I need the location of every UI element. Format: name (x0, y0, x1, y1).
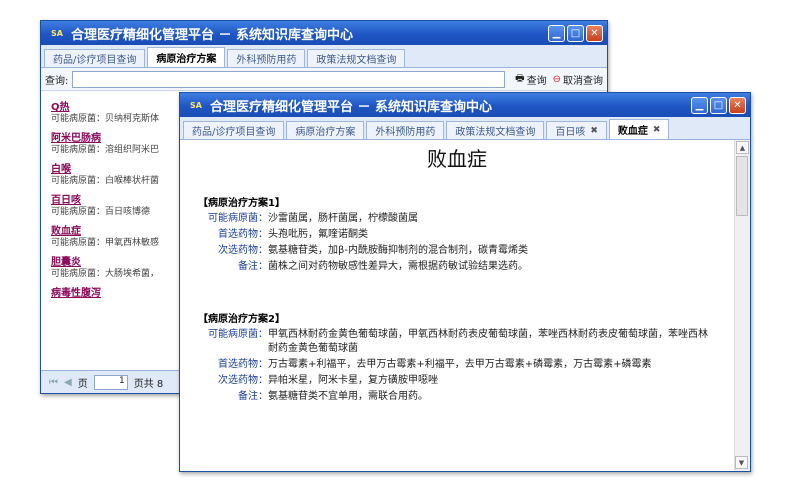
tab-surgical-prevention[interactable]: 外科预防用药 (366, 121, 445, 139)
row-value: 氨基糖苷类，加β-内酰胺酶抑制剂的混合制剂，碳青霉烯类 (268, 245, 528, 256)
tab-label: 百日咳 (555, 127, 586, 138)
prev-page-icon[interactable]: ◀ (64, 377, 72, 388)
close-button[interactable]: ✕ (729, 96, 746, 114)
row-value: 异帕米星，阿米卡星，复方磺胺甲噁唑 (268, 375, 438, 386)
search-button[interactable]: 🖶 查询 (515, 71, 546, 88)
row-label: 次选药物： (218, 245, 268, 256)
tab-sepsis[interactable]: 败血症 ✖ (608, 119, 670, 139)
cancel-button-label: 取消查询 (563, 75, 603, 87)
document-content: 败血症 【病原治疗方案1】 可能病原菌： 沙雷菌属，肠杆菌属，柠檬酸菌属 首选药… (180, 140, 734, 471)
maximize-button[interactable]: □ (567, 24, 584, 42)
cancel-icon: ⊖ (552, 73, 561, 85)
info-row: 备注： 菌株之间对药物敏感性差异大，需根据药敏试验结果选药。 (198, 260, 734, 274)
scroll-up-icon[interactable]: ▲ (736, 141, 749, 154)
row-value: 氨基糖苷类不宜单用，需联合用药。 (268, 391, 428, 402)
tab-pathogen-plan[interactable]: 病原治疗方案 (147, 47, 226, 67)
row-label: 可能病原菌： (208, 329, 268, 340)
cancel-query-button[interactable]: ⊖ 取消查询 (553, 72, 603, 87)
scroll-thumb[interactable] (736, 156, 748, 216)
window-title: 合理医疗精细化管理平台 － 系统知识库查询中心 (210, 99, 493, 115)
row-value: 头孢吡肟，氟喹诺酮类 (268, 229, 368, 240)
info-row: 次选药物： 氨基糖苷类，加β-内酰胺酶抑制剂的混合制剂，碳青霉烯类 (198, 244, 734, 258)
app-logo-icon: SA (51, 28, 63, 38)
row-label: 次选药物： (218, 375, 268, 386)
minimize-button[interactable]: ▁ (548, 24, 565, 42)
tab-policy-docs[interactable]: 政策法规文档查询 (307, 49, 406, 67)
row-value: 菌株之间对药物敏感性差异大，需根据药敏试验结果选药。 (268, 261, 528, 272)
tab-close-icon[interactable]: ✖ (653, 125, 661, 135)
row-label: 可能病原菌： (208, 213, 268, 224)
section-heading: 【病原治疗方案1】 (198, 198, 285, 209)
tab-drug-query[interactable]: 药品/诊疗项目查询 (44, 49, 146, 67)
app-logo-icon: SA (190, 100, 202, 110)
page-total: 页共 8 (133, 378, 164, 390)
first-page-icon[interactable]: ⏮ (49, 377, 58, 388)
info-row: 首选药物： 头孢吡肟，氟喹诺酮类 (198, 228, 734, 242)
search-button-label: 查询 (526, 75, 547, 87)
window-controls: ▁ □ ✕ (691, 96, 746, 114)
front-window: SA 合理医疗精细化管理平台 － 系统知识库查询中心 ▁ □ ✕ 药品/诊疗项目… (179, 92, 751, 472)
document-title: 败血症 (427, 147, 487, 171)
tab-surgical-prevention[interactable]: 外科预防用药 (227, 49, 306, 67)
front-tabbar: 药品/诊疗项目查询 病原治疗方案 外科预防用药 政策法规文档查询 百日咳 ✖ 败… (180, 117, 750, 140)
maximize-button[interactable]: □ (710, 96, 727, 114)
minimize-button[interactable]: ▁ (691, 96, 708, 114)
page-number-input[interactable]: 1 (93, 374, 128, 390)
row-label: 首选药物： (218, 229, 268, 240)
info-row: 备注： 氨基糖苷类不宜单用，需联合用药。 (198, 390, 734, 404)
tab-policy-docs[interactable]: 政策法规文档查询 (446, 121, 545, 139)
back-tabbar: 药品/诊疗项目查询 病原治疗方案 外科预防用药 政策法规文档查询 (41, 45, 607, 68)
page-label: 页 (77, 378, 88, 390)
vertical-scrollbar[interactable]: ▲ ▼ (734, 140, 750, 471)
close-button[interactable]: ✕ (586, 24, 603, 42)
tab-drug-query[interactable]: 药品/诊疗项目查询 (183, 121, 285, 139)
window-controls: ▁ □ ✕ (548, 24, 603, 42)
section-heading: 【病原治疗方案2】 (198, 314, 285, 325)
query-input[interactable] (72, 70, 506, 88)
tab-pertussis[interactable]: 百日咳 ✖ (546, 121, 607, 139)
row-value: 甲氧西林耐药金黄色葡萄球菌，甲氧西林耐药表皮葡萄球菌，苯唑西林耐药表皮葡萄球菌，… (268, 329, 708, 354)
row-label: 备注： (238, 261, 268, 272)
scroll-down-icon[interactable]: ▼ (735, 456, 748, 469)
info-row: 可能病原菌： 甲氧西林耐药金黄色葡萄球菌，甲氧西林耐药表皮葡萄球菌，苯唑西林耐药… (198, 328, 734, 356)
query-bar: 查询: 🖶 查询 ⊖ 取消查询 (41, 68, 607, 91)
tab-pathogen-plan[interactable]: 病原治疗方案 (286, 121, 365, 139)
row-value: 万古霉素+利福平，去甲万古霉素+利福平，去甲万古霉素+磷霉素，万古霉素+磷霉素 (268, 359, 652, 370)
query-label: 查询: (45, 75, 69, 87)
row-label: 首选药物： (218, 359, 268, 370)
tab-close-icon[interactable]: ✖ (590, 126, 598, 136)
window-title: 合理医疗精细化管理平台 － 系统知识库查询中心 (71, 27, 354, 43)
back-titlebar[interactable]: SA 合理医疗精细化管理平台 － 系统知识库查询中心 ▁ □ ✕ (41, 21, 607, 45)
info-row: 次选药物： 异帕米星，阿米卡星，复方磺胺甲噁唑 (198, 374, 734, 388)
tab-label: 败血症 (617, 126, 648, 137)
info-row: 可能病原菌： 沙雷菌属，肠杆菌属，柠檬酸菌属 (198, 212, 734, 226)
info-row: 首选药物： 万古霉素+利福平，去甲万古霉素+利福平，去甲万古霉素+磷霉素，万古霉… (198, 358, 734, 372)
front-titlebar[interactable]: SA 合理医疗精细化管理平台 － 系统知识库查询中心 ▁ □ ✕ (180, 93, 750, 117)
row-label: 备注： (238, 391, 268, 402)
row-value: 沙雷菌属，肠杆菌属，柠檬酸菌属 (268, 213, 418, 224)
printer-search-icon: 🖶 (515, 72, 525, 84)
